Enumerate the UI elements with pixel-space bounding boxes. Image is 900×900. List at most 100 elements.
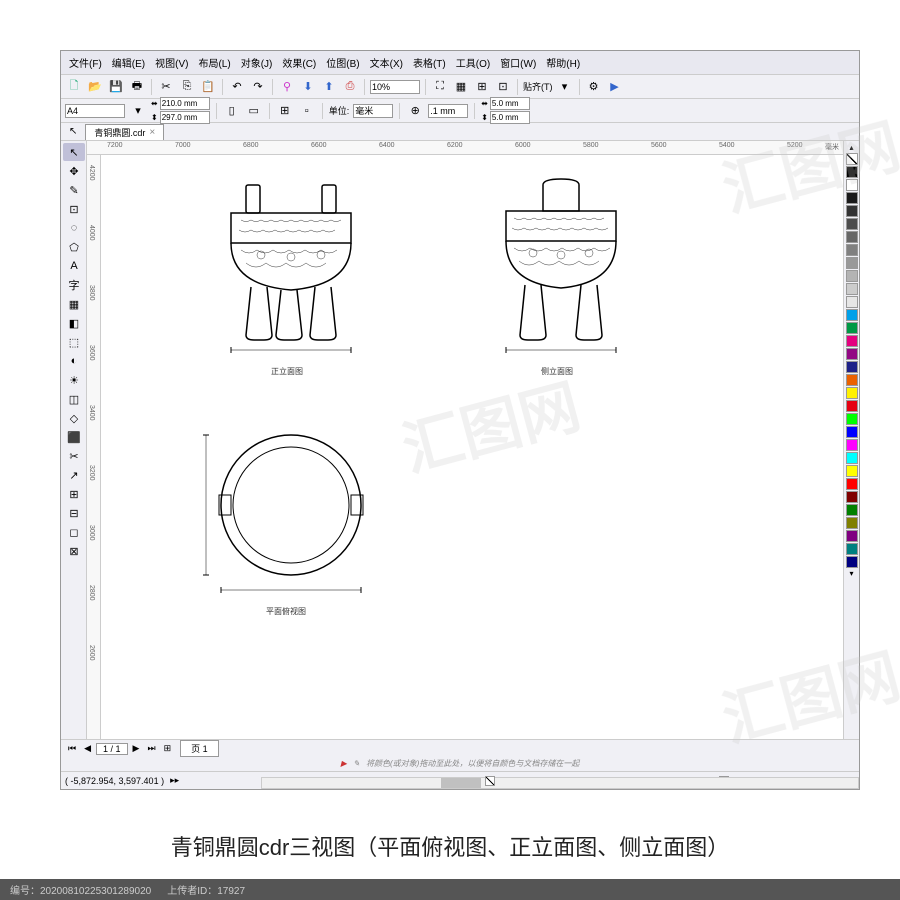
tool-button-17[interactable]: ↗ (63, 466, 85, 484)
redo-icon[interactable]: ↷ (249, 78, 267, 96)
duplicate-x-input[interactable] (490, 97, 530, 110)
color-swatch[interactable] (846, 530, 858, 542)
tool-button-0[interactable]: ↖ (63, 143, 85, 161)
drawing-side-view[interactable]: 侧立面图 (461, 175, 661, 375)
menu-help[interactable]: 帮助(H) (542, 53, 584, 72)
units-combo[interactable] (353, 104, 393, 118)
add-page-icon[interactable]: ⊞ (161, 743, 175, 754)
print-icon[interactable]: 🖶 (128, 78, 146, 96)
tool-button-19[interactable]: ⊟ (63, 504, 85, 522)
drawing-front-view[interactable]: 正立面图 (191, 175, 391, 375)
vertical-ruler[interactable]: 420040003800360034003200300028002600 (87, 155, 101, 739)
tool-button-21[interactable]: ⊠ (63, 542, 85, 560)
color-swatch[interactable] (846, 556, 858, 568)
color-swatch[interactable] (846, 166, 858, 178)
tool-button-15[interactable]: ⬛ (63, 428, 85, 446)
color-swatch[interactable] (846, 322, 858, 334)
color-swatch[interactable] (846, 517, 858, 529)
undo-icon[interactable]: ↶ (228, 78, 246, 96)
menu-table[interactable]: 表格(T) (409, 53, 450, 72)
tool-button-12[interactable]: ☀ (63, 371, 85, 389)
page-height-input[interactable] (160, 111, 210, 124)
next-page-icon[interactable]: ▶ (130, 743, 143, 754)
tool-button-16[interactable]: ✂ (63, 447, 85, 465)
tool-button-13[interactable]: ◫ (63, 390, 85, 408)
prev-page-icon[interactable]: ◀ (81, 743, 94, 754)
menu-window[interactable]: 窗口(W) (496, 53, 540, 72)
color-swatch[interactable] (846, 244, 858, 256)
color-swatch[interactable] (846, 153, 858, 165)
color-swatch[interactable] (846, 374, 858, 386)
menu-effect[interactable]: 效果(C) (278, 53, 320, 72)
import-icon[interactable]: ⬇ (299, 78, 317, 96)
color-swatch[interactable] (846, 413, 858, 425)
menu-layout[interactable]: 布局(L) (194, 53, 234, 72)
color-swatch[interactable] (846, 296, 858, 308)
copy-icon[interactable]: ⎘ (178, 78, 196, 96)
page-tab[interactable]: 页 1 (180, 740, 219, 757)
color-swatch[interactable] (846, 504, 858, 516)
color-swatch[interactable] (846, 257, 858, 269)
new-icon[interactable]: 🗋 (65, 78, 83, 96)
rulers-icon[interactable]: ▦ (452, 78, 470, 96)
tool-button-11[interactable]: ◐ (63, 352, 85, 370)
menu-tools[interactable]: 工具(O) (452, 53, 494, 72)
zoom-combo[interactable] (370, 80, 420, 94)
color-swatch[interactable] (846, 205, 858, 217)
menu-object[interactable]: 对象(J) (237, 53, 277, 72)
guides-icon[interactable]: ⊡ (494, 78, 512, 96)
color-swatch[interactable] (846, 231, 858, 243)
export-icon[interactable]: ⬆ (320, 78, 338, 96)
first-page-icon[interactable]: ⏮ (65, 743, 79, 754)
color-swatch[interactable] (846, 270, 858, 282)
menu-file[interactable]: 文件(F) (65, 53, 106, 72)
tool-button-9[interactable]: ◧ (63, 314, 85, 332)
color-swatch[interactable] (846, 309, 858, 321)
color-swatch[interactable] (846, 478, 858, 490)
tool-button-8[interactable]: ▦ (63, 295, 85, 313)
menu-text[interactable]: 文本(X) (366, 53, 407, 72)
tool-button-6[interactable]: A (63, 257, 85, 275)
open-icon[interactable]: 📂 (86, 78, 104, 96)
color-swatch[interactable] (846, 400, 858, 412)
tool-button-5[interactable]: ⬠ (63, 238, 85, 256)
color-swatch[interactable] (846, 361, 858, 373)
color-swatch[interactable] (846, 452, 858, 464)
snap-label[interactable]: 贴齐(T) (523, 80, 553, 93)
tool-button-10[interactable]: ⬚ (63, 333, 85, 351)
color-swatch[interactable] (846, 465, 858, 477)
color-swatch[interactable] (846, 491, 858, 503)
last-page-icon[interactable]: ⏭ (144, 743, 158, 754)
menu-view[interactable]: 视图(V) (151, 53, 192, 72)
tool-button-18[interactable]: ⊞ (63, 485, 85, 503)
nudge-input[interactable] (428, 104, 468, 118)
color-swatch[interactable] (846, 348, 858, 360)
color-swatch[interactable] (846, 218, 858, 230)
grid-icon[interactable]: ⊞ (473, 78, 491, 96)
tool-button-1[interactable]: ✥ (63, 162, 85, 180)
palette-down-icon[interactable]: ▾ (846, 569, 857, 578)
color-swatch[interactable] (846, 543, 858, 555)
color-swatch[interactable] (846, 335, 858, 347)
fullscreen-icon[interactable]: ⛶ (431, 78, 449, 96)
color-swatch[interactable] (846, 283, 858, 295)
tool-button-2[interactable]: ✎ (63, 181, 85, 199)
tool-button-20[interactable]: ◻ (63, 523, 85, 541)
dropdown-icon[interactable]: ▾ (129, 102, 147, 120)
cut-icon[interactable]: ✂ (157, 78, 175, 96)
tool-button-7[interactable]: 字 (63, 276, 85, 294)
search-icon[interactable]: ⚲ (278, 78, 296, 96)
drawing-top-view[interactable]: 平面俯视图 (191, 415, 391, 615)
horizontal-ruler[interactable]: 毫米 7200700068006600640062006000580056005… (87, 141, 843, 155)
save-icon[interactable]: 💾 (107, 78, 125, 96)
welcome-tab-icon[interactable]: ↖ (65, 126, 81, 137)
tool-button-14[interactable]: ◇ (63, 409, 85, 427)
color-swatch[interactable] (846, 387, 858, 399)
scroll-thumb[interactable] (441, 778, 481, 788)
color-swatch[interactable] (846, 179, 858, 191)
canvas[interactable]: 正立面图 (101, 155, 843, 739)
launch-icon[interactable]: ▶ (606, 78, 624, 96)
palette-up-icon[interactable]: ▴ (846, 143, 857, 152)
dropdown-icon[interactable]: ▾ (556, 78, 574, 96)
all-pages-icon[interactable]: ⊞ (276, 102, 294, 120)
